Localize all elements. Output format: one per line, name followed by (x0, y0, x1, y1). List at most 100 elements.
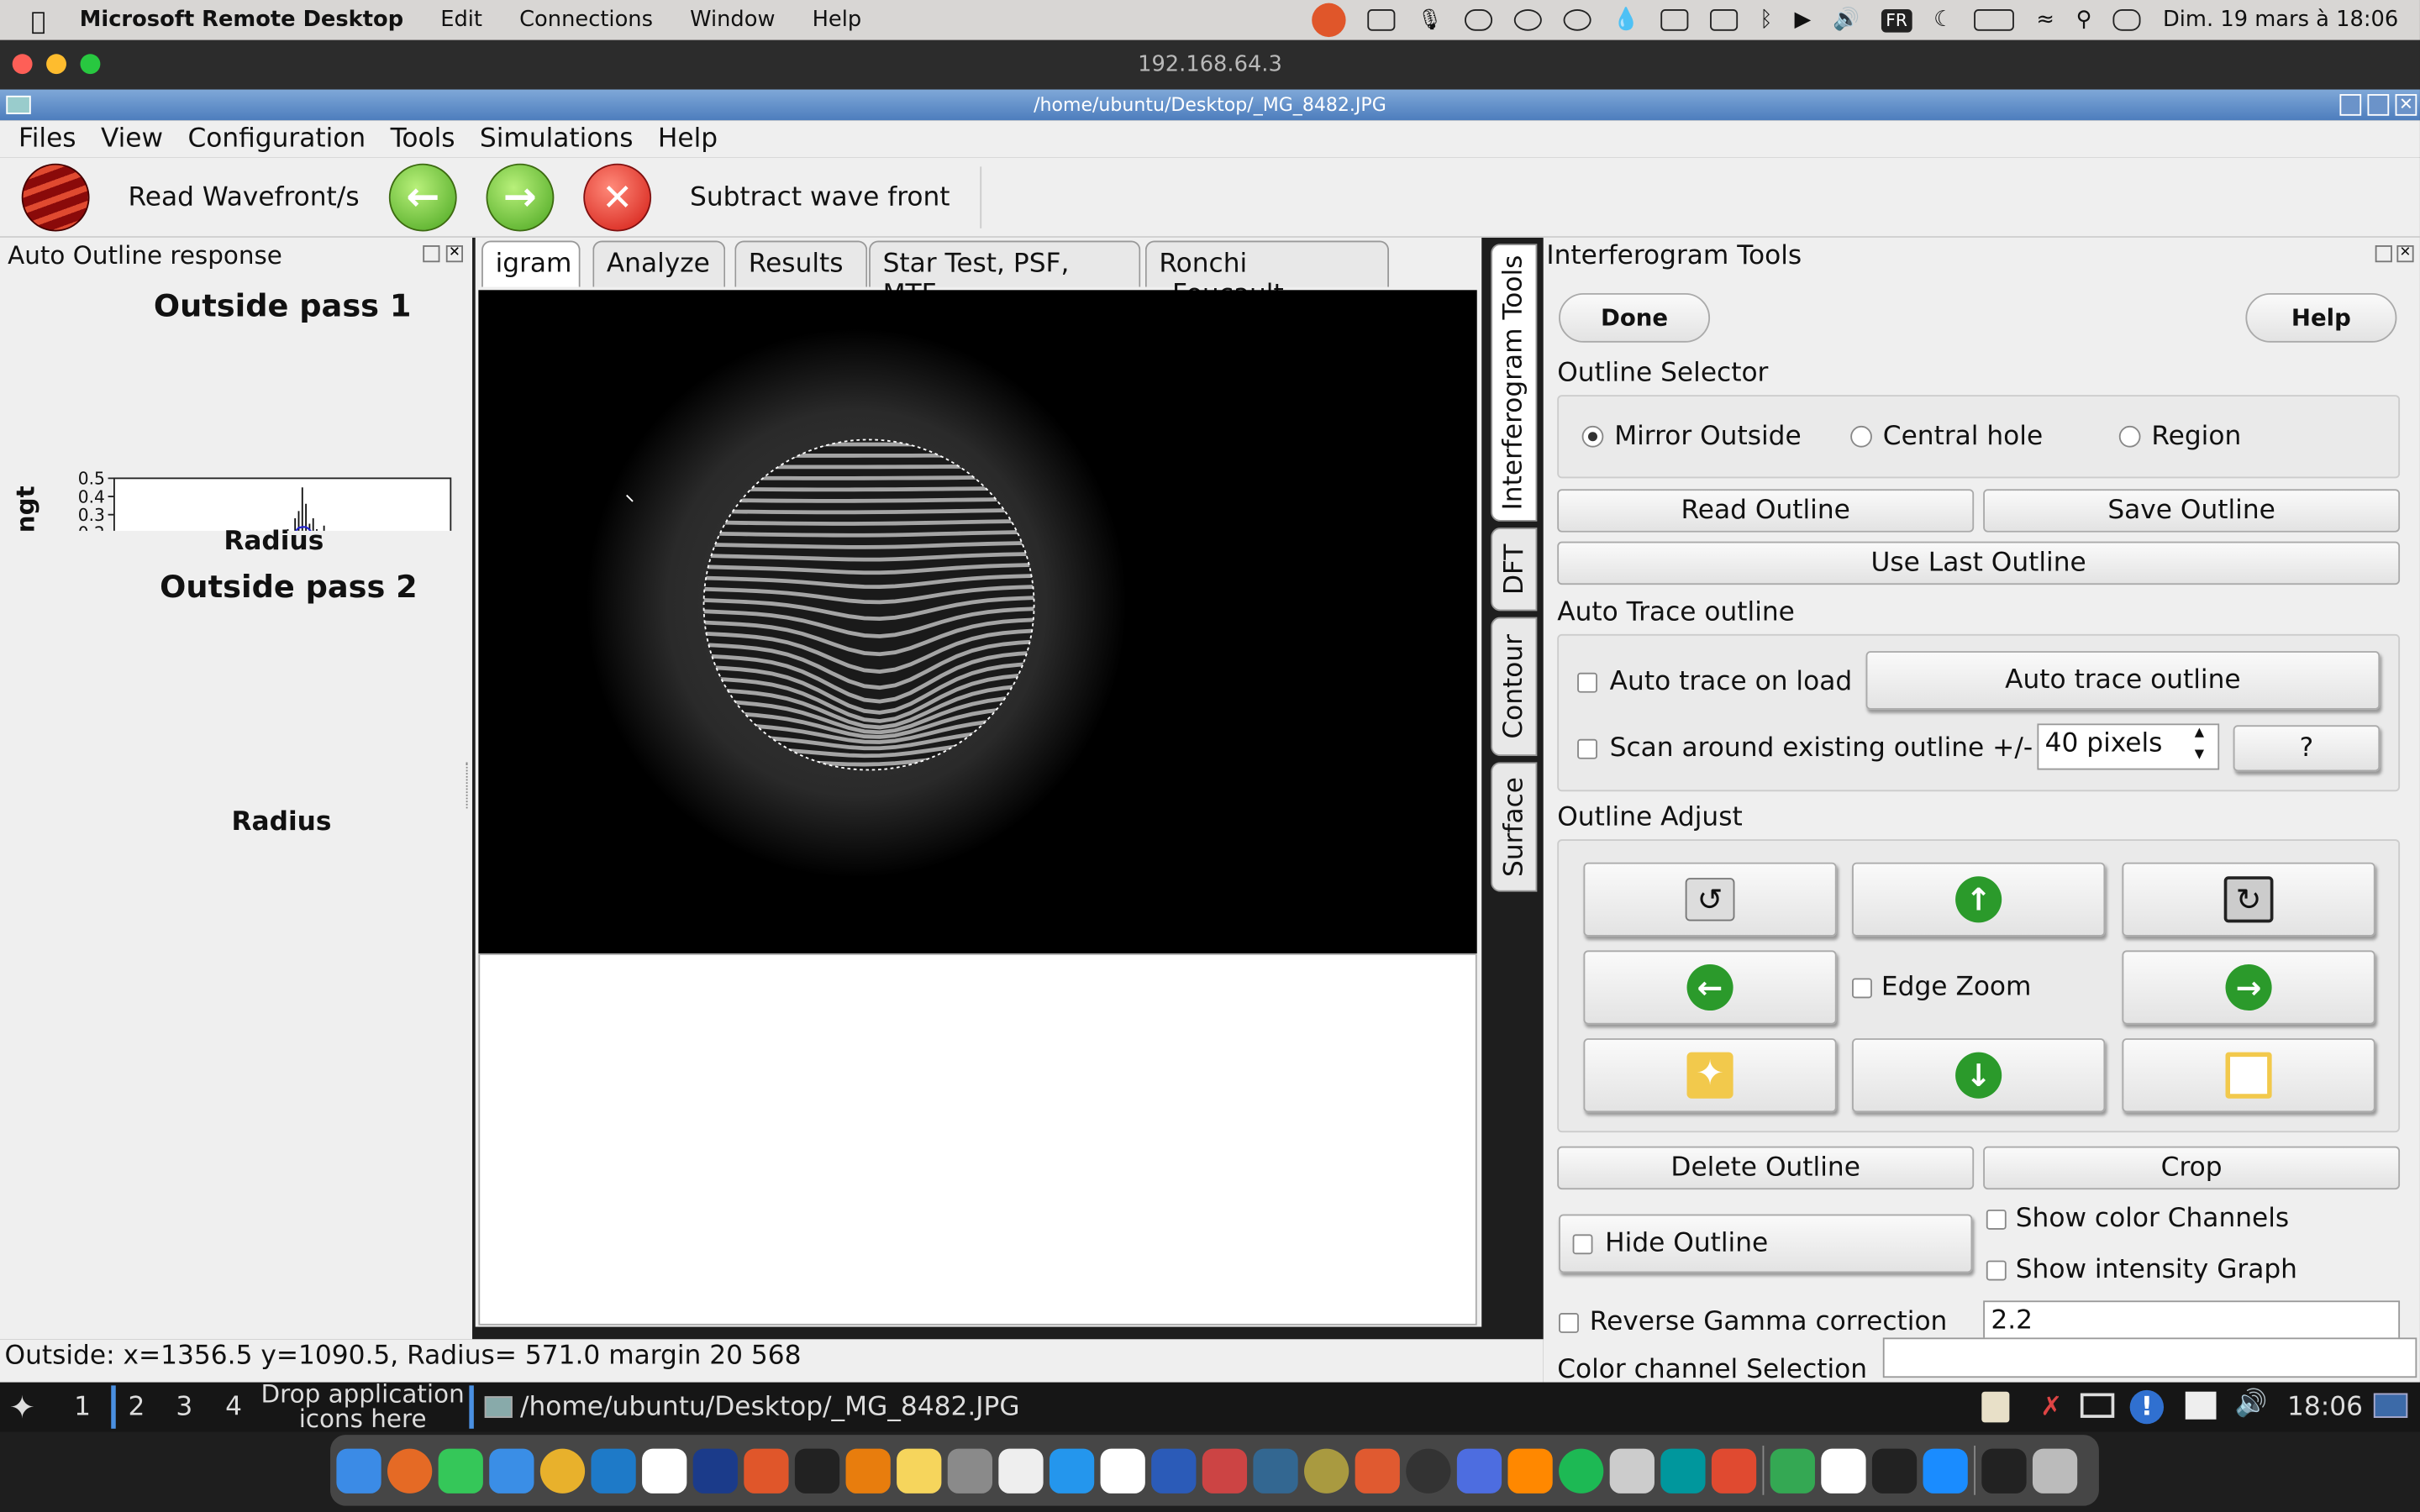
terminal-icon[interactable] (794, 1447, 840, 1494)
drop-icons-area[interactable]: Drop application icons here (255, 1382, 471, 1432)
start-menu-icon[interactable]: ✦ (9, 1389, 35, 1425)
read-outline-button[interactable]: Read Outline (1557, 489, 1975, 533)
app-icon-18[interactable] (1202, 1447, 1248, 1494)
next-arrow-icon[interactable]: → (486, 163, 555, 232)
hide-outline-checkbox[interactable] (1572, 1233, 1593, 1254)
scan-around-checkbox[interactable] (1577, 738, 1597, 759)
radio-region-label[interactable]: Region (2151, 421, 2241, 452)
status-app-icon[interactable] (1312, 3, 1347, 38)
scan-around-label[interactable]: Scan around existing outline +/- (1610, 732, 2033, 764)
radio-central-hole[interactable] (1850, 425, 1872, 448)
close-panel-icon[interactable]: ✕ (445, 245, 464, 263)
tab-analyze[interactable]: Analyze (592, 240, 726, 287)
wavefront-icon[interactable] (21, 163, 90, 232)
obs-icon[interactable] (1406, 1447, 1451, 1494)
tab-ronchi-foucault[interactable]: Ronchi _Foucault (1144, 240, 1390, 310)
workspace-3[interactable]: 3 (176, 1392, 192, 1423)
edge-zoom-checkbox[interactable] (1852, 978, 1872, 999)
interferogram-image[interactable] (478, 290, 1477, 954)
close-window-icon[interactable] (12, 54, 33, 75)
reverse-gamma-label[interactable]: Reverse Gamma correction (1590, 1307, 1948, 1338)
spin-down-icon[interactable]: ▼ (2195, 747, 2204, 761)
show-color-channels-label[interactable]: Show color Channels (2016, 1204, 2289, 1235)
taskbar-clock[interactable]: 18:06 (2287, 1392, 2363, 1423)
maximize-icon[interactable] (2367, 94, 2390, 116)
matlab-icon[interactable] (692, 1447, 738, 1494)
calendar-icon[interactable] (642, 1447, 687, 1494)
vtab-surface[interactable]: Surface (1491, 762, 1538, 892)
delete-outline-button[interactable]: Delete Outline (1557, 1146, 1975, 1190)
wifi-icon[interactable]: ≈ (2036, 8, 2054, 32)
blender-icon[interactable] (845, 1447, 891, 1494)
window-thumbnail-icon[interactable] (1981, 1447, 2027, 1494)
tab-star-test[interactable]: Star Test, PSF, MTF (869, 240, 1141, 310)
color-channel-select[interactable] (1882, 1337, 2417, 1378)
workspace-4[interactable]: 4 (225, 1392, 242, 1423)
splitter-handle[interactable] (466, 762, 471, 809)
network-icon[interactable] (2080, 1393, 2115, 1418)
radio-region[interactable] (2118, 425, 2141, 448)
save-outline-button[interactable]: Save Outline (1983, 489, 2401, 533)
display-icon[interactable] (2185, 1391, 2217, 1420)
delete-wavefront-icon[interactable]: ✕ (583, 163, 652, 232)
control-center-icon[interactable] (2113, 9, 2142, 31)
textedit-icon[interactable] (1821, 1447, 1866, 1494)
edge-zoom-label[interactable]: Edge Zoom (1881, 972, 2032, 1003)
app-name[interactable]: Microsoft Remote Desktop (80, 8, 403, 32)
app-icon-28[interactable] (1711, 1447, 1757, 1494)
battery-icon[interactable] (1974, 9, 2015, 31)
app-icon-23[interactable] (1456, 1447, 1502, 1494)
previous-arrow-icon[interactable]: ← (388, 163, 457, 232)
radio-mirror-outside[interactable] (1581, 425, 1604, 448)
vtab-dft[interactable]: DFT (1491, 528, 1538, 612)
done-button[interactable]: Done (1559, 292, 1711, 343)
system-settings-icon[interactable] (947, 1447, 992, 1494)
taskbar-window-button[interactable]: /home/ubuntu/Desktop/_MG_8482.JPG (520, 1392, 1020, 1423)
camera-icon[interactable] (1367, 9, 1396, 31)
crop-button[interactable]: Crop (1983, 1146, 2401, 1190)
workspace-2[interactable]: 2 (111, 1385, 151, 1429)
radio-central-hole-label[interactable]: Central hole (1883, 421, 2043, 452)
rotate-ccw-button[interactable]: ↺ (1583, 862, 1837, 937)
app-store-icon[interactable] (1923, 1447, 1968, 1494)
menu-configuration[interactable]: Configuration (187, 123, 366, 155)
float-panel-icon[interactable] (423, 245, 440, 263)
tab-igram[interactable]: igram (481, 240, 581, 287)
app-icon-26[interactable] (1609, 1447, 1655, 1494)
volume-icon[interactable]: 🔊 (1833, 8, 1860, 32)
desktop-icon[interactable] (2373, 1393, 2408, 1418)
app-icon-20[interactable] (1304, 1447, 1349, 1494)
auto-trace-on-load-label[interactable]: Auto trace on load (1610, 666, 1853, 697)
show-intensity-graph-checkbox[interactable] (1986, 1260, 2007, 1281)
window-menu-icon[interactable] (6, 95, 31, 114)
mac-menu-edit[interactable]: Edit (440, 8, 482, 32)
subtract-wavefront-label[interactable]: Subtract wave front (690, 182, 950, 213)
trash-icon[interactable] (2032, 1447, 2078, 1494)
moon-icon[interactable]: ☾ (1933, 8, 1953, 32)
firefox-icon[interactable] (387, 1447, 433, 1494)
chrome-icon[interactable] (539, 1447, 586, 1494)
vscode-icon[interactable] (591, 1447, 636, 1494)
menu-simulations[interactable]: Simulations (480, 123, 634, 155)
mac-menu-help[interactable]: Help (813, 8, 862, 32)
show-color-channels-checkbox[interactable] (1986, 1209, 2007, 1230)
postgres-icon[interactable] (1253, 1447, 1298, 1494)
spotlight-search-icon[interactable]: ⚲ (2076, 8, 2092, 32)
minimize-window-icon[interactable] (46, 54, 66, 75)
mac-menu-window[interactable]: Window (690, 8, 775, 32)
volume-icon[interactable]: 🔊 (2235, 1389, 2268, 1420)
drop-icon[interactable]: 💧 (1612, 8, 1639, 32)
menu-files[interactable]: Files (18, 123, 76, 155)
spotify-icon[interactable] (1559, 1447, 1604, 1494)
float-panel-icon[interactable] (2375, 245, 2392, 263)
notes-icon[interactable] (897, 1447, 942, 1494)
memory-icon[interactable] (1710, 9, 1739, 31)
maximize-window-icon[interactable] (80, 54, 101, 75)
mac-menu-connections[interactable]: Connections (519, 8, 653, 32)
terminal-2-icon[interactable] (1871, 1447, 1918, 1494)
move-left-button[interactable]: ← (1583, 950, 1837, 1025)
play-icon[interactable]: ▶ (1794, 8, 1811, 32)
app-icon-21[interactable] (1355, 1447, 1400, 1494)
workspace-1[interactable]: 1 (74, 1392, 91, 1423)
elephant-icon[interactable] (1464, 9, 1492, 31)
